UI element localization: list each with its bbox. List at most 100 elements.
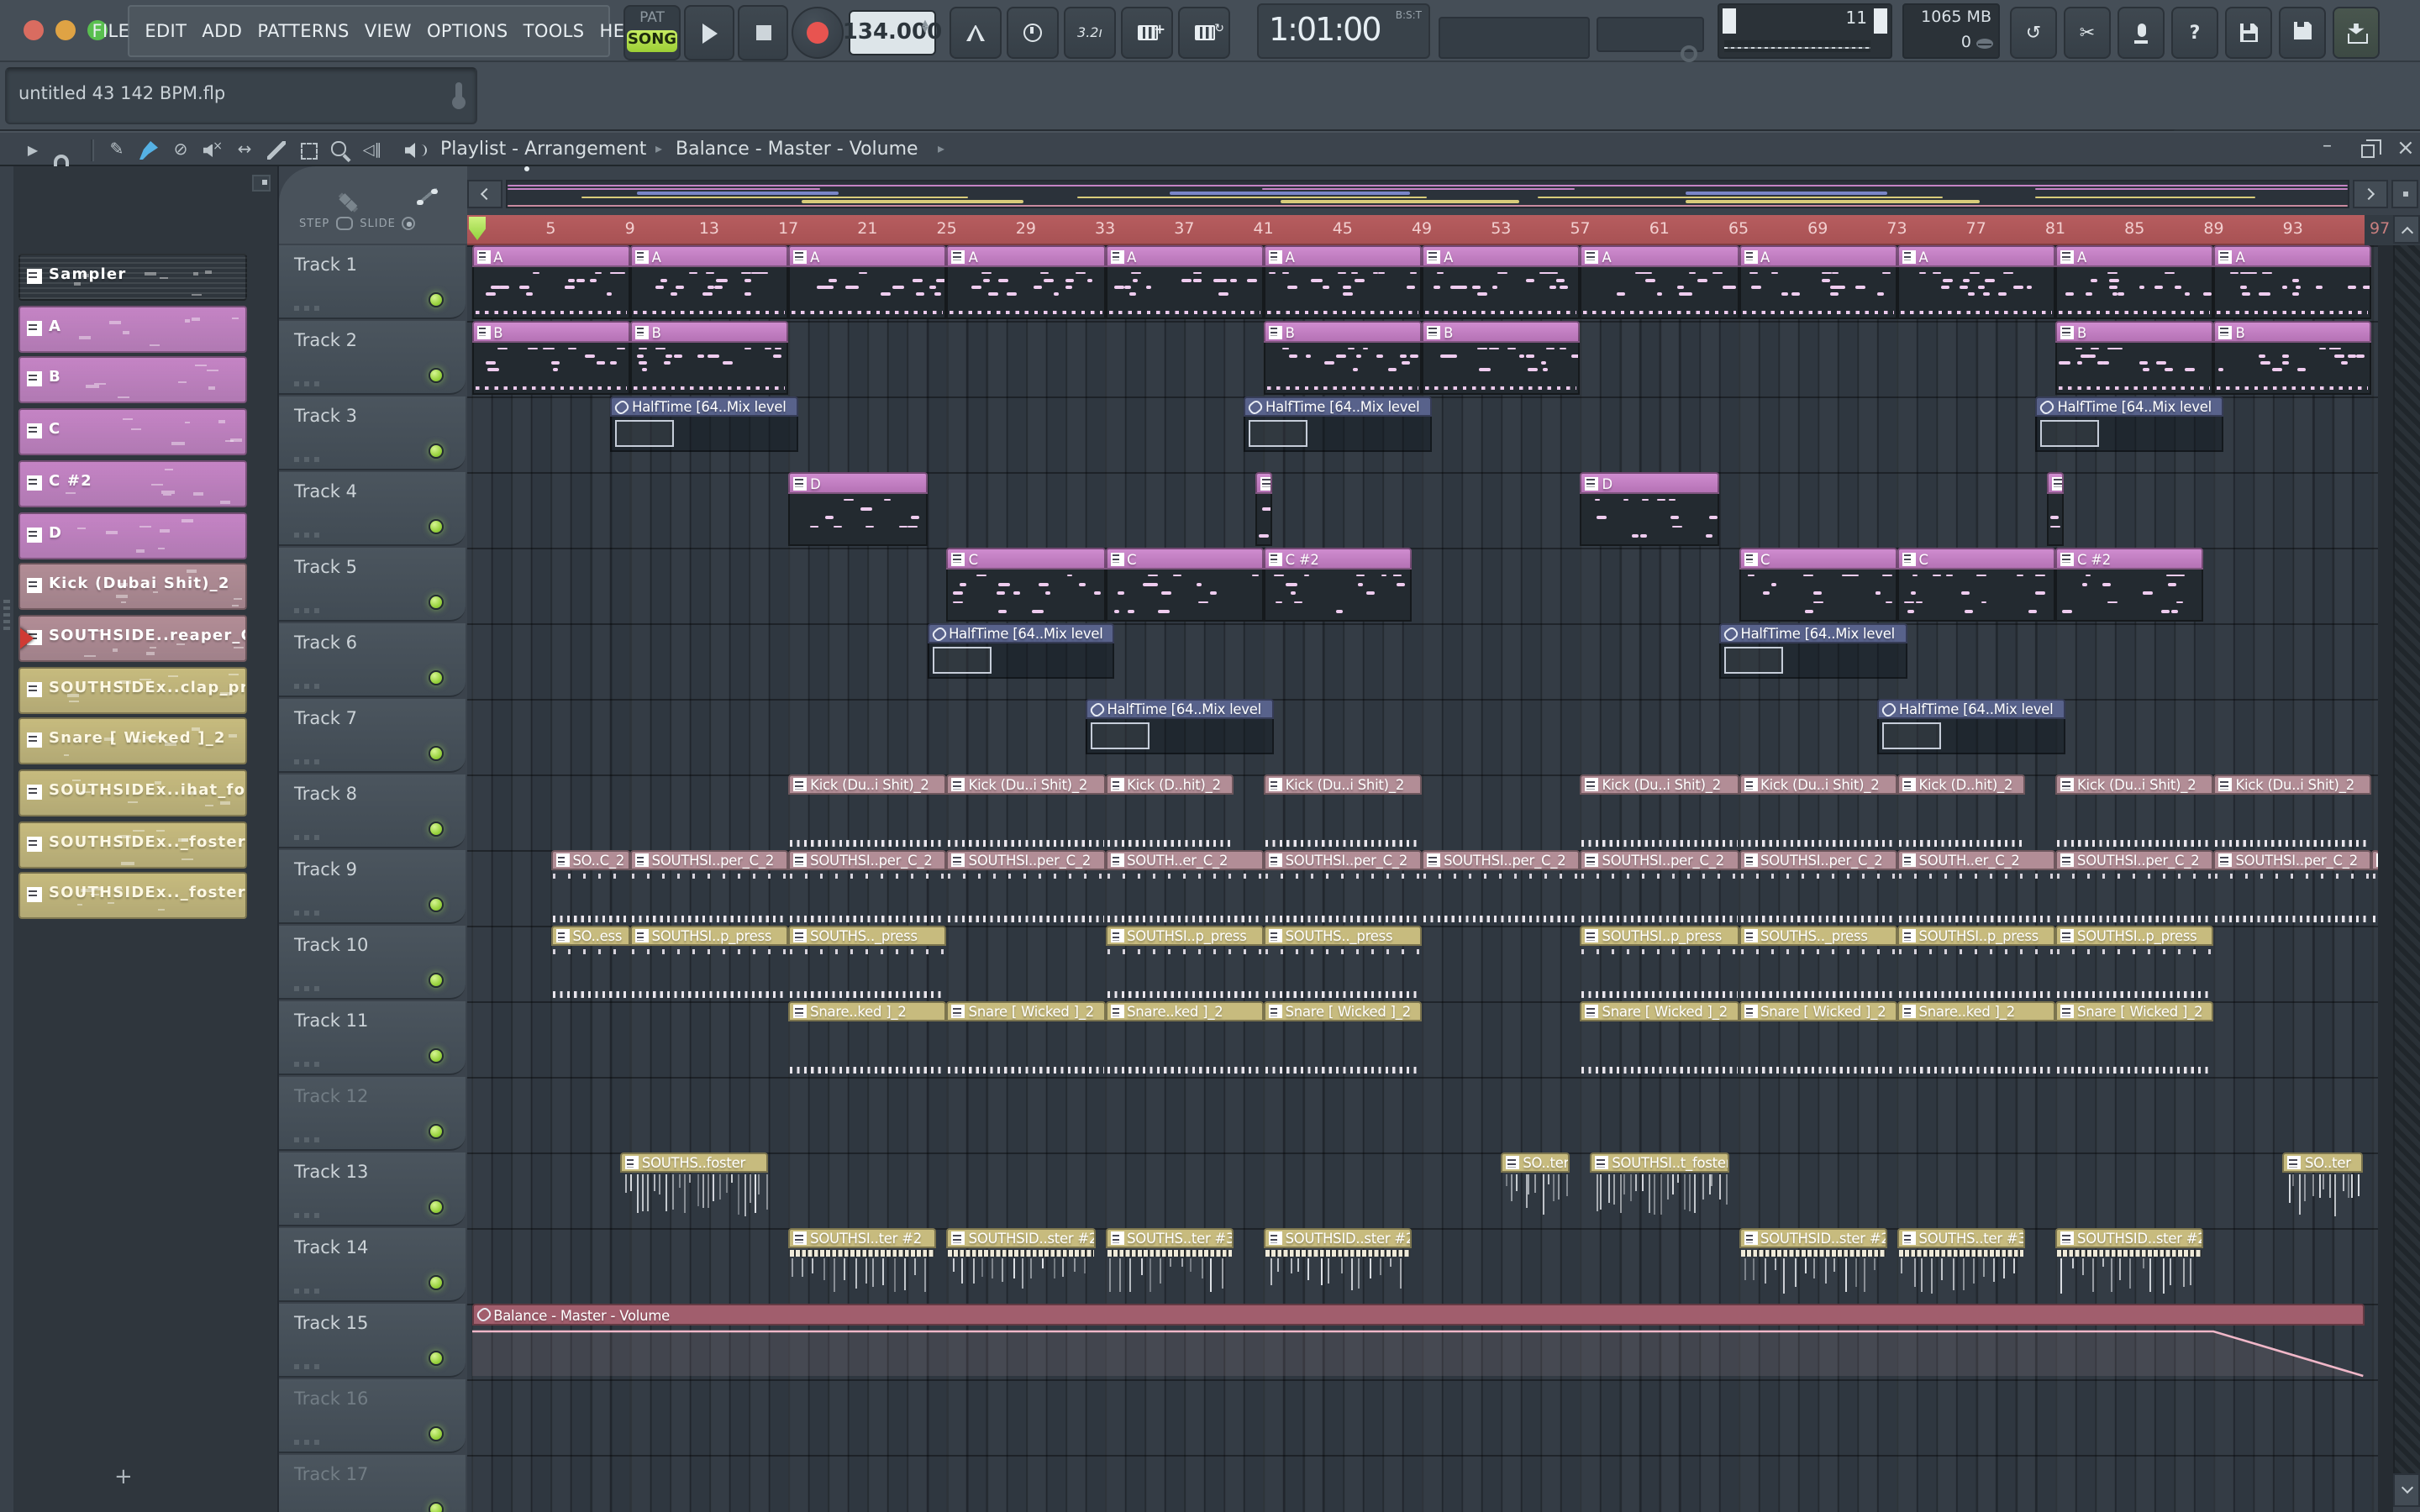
scroll-right-button[interactable] [2353,180,2388,208]
track-options-dots[interactable] [294,1061,321,1066]
playlist-clip[interactable]: SOUTHSID..ster #2 [1739,1228,1887,1302]
record-audio-button[interactable] [2118,7,2165,59]
pattern-item-12[interactable]: SOUTHSIDEx.._foster #2 [18,821,247,869]
playlist-clip[interactable]: HalfTime [64..Mix level [610,396,798,470]
playlist-clip[interactable]: A [471,245,630,319]
song-mode-label[interactable]: SONG [627,30,677,52]
playlist-clip[interactable]: SO..ter [1501,1152,1570,1226]
automation-curve[interactable] [471,1326,2364,1378]
pattern-item-3[interactable]: B [18,356,247,404]
playlist-clip[interactable]: SOUTHS..ter #3 [1105,1228,1234,1302]
playlist-clip[interactable] [1255,472,1271,546]
track-enable-led[interactable] [429,669,444,685]
playlist-clip[interactable]: SOUTHS..foster [619,1152,769,1226]
playlist-clip[interactable]: B [2055,321,2214,395]
track-header-8[interactable]: Track 8 [279,774,466,848]
slice-tool[interactable] [264,138,289,163]
menu-add[interactable]: ADD [202,21,242,41]
track-header-13[interactable]: Track 13 [279,1152,466,1226]
save-button[interactable] [2225,7,2272,59]
playlist-clip[interactable]: SOUTHSI..ter #2 [788,1228,937,1302]
track-enable-led[interactable] [429,518,444,533]
pattern-item-2[interactable]: A [18,305,247,353]
playlist-clip[interactable]: C #2 [2055,548,2204,622]
blend-recording-button[interactable] [1178,7,1230,59]
playlist-clip[interactable]: Snare [ Wicked ]_2 [946,1001,1106,1075]
project-title-field[interactable]: untitled 43 142 BPM.flp [5,67,477,124]
playlist-clip[interactable]: Snare..ked ]_2 [788,1001,947,1075]
playlist-clip[interactable]: SOUTH..er_C_2 [1105,850,1264,924]
playlist-clip[interactable]: SOUTHSI..p_press [1897,926,2055,1000]
pattern-item-9[interactable]: SOUTHSIDEx..clap_press [18,666,247,714]
undo-button[interactable]: ↺ [2010,7,2057,59]
playlist-clip[interactable]: SO..C_2 [550,850,630,924]
playlist-clip[interactable]: Kick (Du..i Shit)_2 [788,774,947,848]
time-display[interactable]: 1:01:00 B:S:T [1257,3,1430,59]
track-header-12[interactable]: Track 12 [279,1076,466,1150]
playlist-clip[interactable]: C #2 [1263,548,1413,622]
zoom-fit-button[interactable] [2391,180,2418,208]
playlist-clip[interactable]: Kick (D..hit)_2 [1105,774,1234,848]
playlist-clip[interactable]: SOUTHS.._press [788,926,947,1000]
delete-tool[interactable]: ⊘ [168,138,193,163]
pat-mode-label[interactable]: PAT [625,7,679,27]
arrangement-speaker[interactable] [403,138,429,163]
track-header-17[interactable]: Track 17 [279,1454,466,1512]
scroll-left-button[interactable] [467,180,502,208]
pattern-item-11[interactable]: SOUTHSIDEx..ihat_foster [18,769,247,816]
arrangement-overview[interactable] [506,180,2349,208]
vertical-scrollbar[interactable] [2393,245,2420,1473]
pattern-item-6[interactable]: D [18,512,247,559]
playlist-clip[interactable]: Snare [ Wicked ]_2 [1739,1001,1897,1075]
select-tool[interactable] [296,138,321,163]
track-enable-led[interactable] [429,1501,444,1512]
playlist-clip[interactable]: A [1580,245,1739,319]
draw-tool[interactable]: ✎ [104,138,129,163]
playlist-clip[interactable]: A [629,245,789,319]
audio-preview-icon[interactable] [339,190,365,205]
playlist-clip[interactable]: B [471,321,630,395]
track-enable-led[interactable] [429,972,444,987]
track-options-dots[interactable] [294,834,321,839]
metronome-button[interactable] [950,7,1002,59]
pattern-item-1[interactable]: Sampler [18,254,247,301]
playlist-clip[interactable]: SOUTHSI..per_C_2 [629,850,789,924]
playlist-clip[interactable]: A [1422,245,1581,319]
playlist-titlebar[interactable]: ▶ ✎ ⊘ ↔ ◁∥ Playlist - Arrangement ▸ Bala… [0,131,2420,168]
track-options-dots[interactable] [294,381,321,386]
playlist-clip[interactable]: SOUTHSID..ster #2 [2055,1228,2204,1302]
playlist-clip[interactable]: SOUTHSI..per_C_2 [2055,850,2214,924]
track-enable-led[interactable] [429,291,444,307]
playlist-clip[interactable]: Kick (Du..i Shit)_2 [1580,774,1739,848]
playlist-clip[interactable]: Snare..ked ]_2 [1105,1001,1264,1075]
slip-tool[interactable]: ↔ [232,138,257,163]
playlist-clip[interactable]: Kick (Du..i Shit)_2 [1739,774,1897,848]
menu-view[interactable]: VIEW [365,21,412,41]
menu-file[interactable]: FILE [92,21,129,41]
playlist-clip[interactable]: A [1263,245,1423,319]
export-button[interactable] [2333,7,2380,59]
playlist-clip[interactable]: A [2055,245,2214,319]
track-options-dots[interactable] [294,683,321,688]
playlist-clip[interactable]: SOUTHSI..per_C_2 [1422,850,1581,924]
slide-mini-icon[interactable] [417,188,438,205]
playlist-clip[interactable]: C [1897,548,2055,622]
pattern-item-10[interactable]: Snare [ Wicked ]_2 [18,717,247,765]
playlist-clip[interactable]: B [2213,321,2372,395]
track-enable-led[interactable] [429,1199,444,1214]
step-checkbox[interactable] [336,217,354,230]
playlist-clip[interactable]: C [946,548,1106,622]
window-maximize[interactable] [2361,139,2381,158]
playlist-clip[interactable]: Snare..ked ]_2 [1897,1001,2055,1075]
scroll-up-button[interactable] [2393,215,2420,244]
playlist-clip[interactable]: Kick (D..hit)_2 [1897,774,2026,848]
wait-for-input-button[interactable] [1007,7,1059,59]
loop-record-button[interactable] [1121,7,1173,59]
macos-close-light[interactable] [24,20,44,40]
playlist-clip[interactable]: SOUTHSI..p_press [2055,926,2214,1000]
track-header-16[interactable]: Track 16 [279,1378,466,1452]
track-enable-led[interactable] [429,1047,444,1063]
track-enable-led[interactable] [429,821,444,836]
track-options-dots[interactable] [294,1212,321,1217]
playlist-clip[interactable]: SOUTHSI..per_C_2 [1580,850,1739,924]
